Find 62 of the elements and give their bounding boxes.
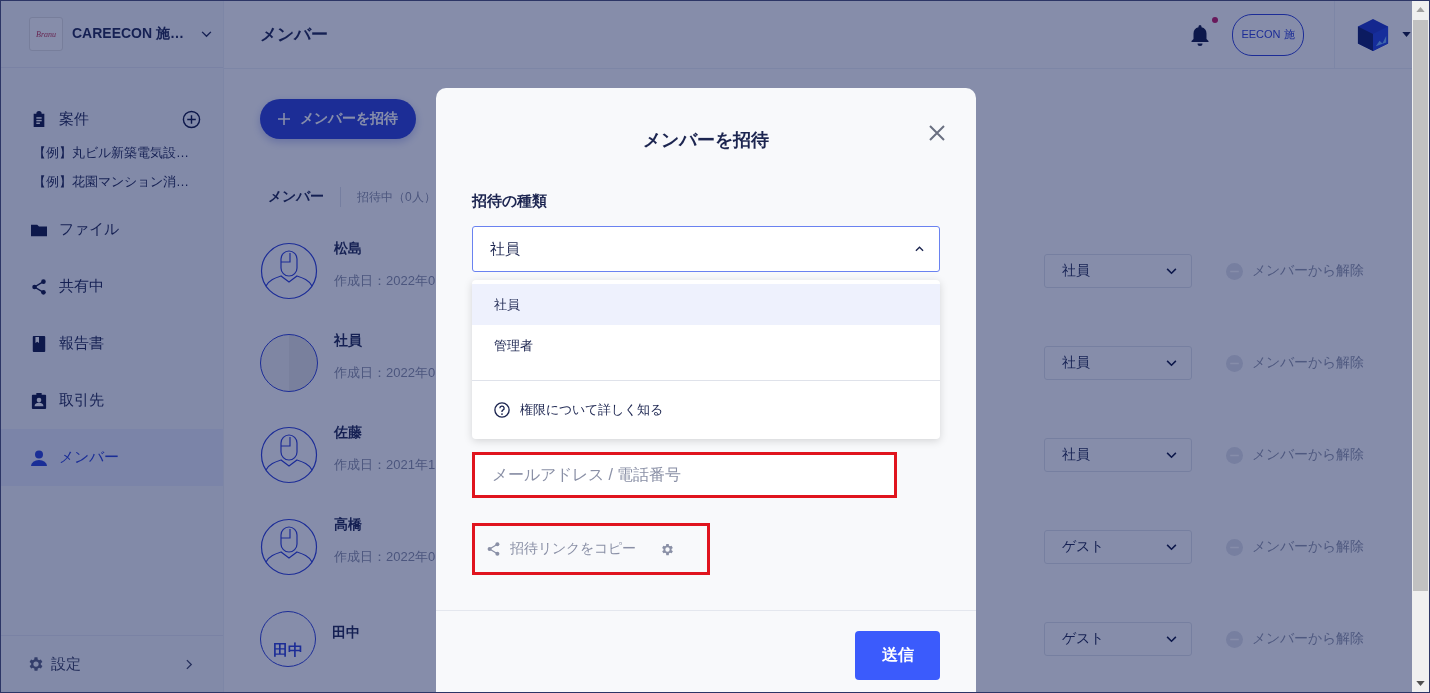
sidebar-item[interactable]: 報告書 — [1, 315, 223, 372]
page-title: メンバー — [260, 24, 328, 46]
sidebar-item[interactable]: 取引先 — [1, 372, 223, 429]
member-name: 松島 — [334, 240, 363, 258]
tab[interactable]: メンバー — [268, 188, 324, 206]
chevron-down-icon — [1166, 267, 1177, 275]
share-icon — [487, 542, 500, 556]
add-icon[interactable] — [182, 109, 201, 129]
project-item[interactable]: 【例】花園マンション消… — [33, 173, 223, 191]
avatar-silhouette — [260, 240, 318, 302]
plus-icon — [278, 113, 290, 125]
role-select[interactable]: ゲスト — [1044, 622, 1192, 656]
sidebar-item[interactable]: 共有中 — [1, 258, 223, 315]
help-link[interactable]: 権限について詳しく知る — [472, 381, 940, 439]
member-name: 佐藤 — [334, 424, 363, 442]
cube-icon[interactable] — [1357, 17, 1389, 52]
invite-type-select[interactable]: 社員 — [472, 226, 940, 272]
person-icon — [31, 449, 47, 466]
dropdown-option[interactable]: 社員 — [472, 284, 940, 325]
sidebar-item[interactable]: メンバー — [1, 429, 223, 486]
id-badge-icon — [31, 392, 47, 409]
role-select[interactable]: 社員 — [1044, 438, 1192, 472]
chevron-down-icon — [1166, 451, 1177, 459]
company-logo[interactable]: EECON 施 — [1232, 13, 1304, 56]
avatar-silhouette — [260, 424, 318, 486]
send-button[interactable]: 送信 — [855, 631, 940, 680]
scrollbar[interactable] — [1412, 1, 1429, 692]
caret-icon[interactable] — [1402, 32, 1411, 37]
workspace-logo: Branu — [29, 17, 63, 51]
workspace-name[interactable]: CAREECON 施… — [72, 25, 184, 43]
chevron-up-icon — [915, 246, 924, 252]
help-icon — [494, 402, 510, 418]
chevron-down-icon[interactable] — [201, 30, 212, 38]
chevron-down-icon — [1166, 635, 1177, 643]
chevron-right-icon — [186, 658, 193, 670]
notification-bell-icon[interactable] — [1190, 22, 1210, 47]
book-icon — [31, 335, 47, 352]
field-label: 招待の種類 — [472, 192, 548, 211]
close-icon[interactable] — [929, 125, 945, 141]
avatar-silhouette — [260, 516, 318, 578]
sidebar-item[interactable]: ファイル — [1, 201, 223, 258]
settings-icon[interactable] — [660, 541, 675, 557]
role-select[interactable]: ゲスト — [1044, 530, 1192, 564]
chevron-down-icon — [1166, 543, 1177, 551]
project-item[interactable]: 【例】丸ビル新築電気設… — [33, 144, 223, 162]
role-select[interactable]: 社員 — [1044, 254, 1192, 288]
dialog-title: メンバーを招待 — [643, 129, 769, 152]
settings-icon — [27, 655, 45, 673]
dropdown-option[interactable]: 管理者 — [472, 325, 940, 366]
role-select[interactable]: 社員 — [1044, 346, 1192, 380]
invite-member-button[interactable]: メンバーを招待 — [260, 99, 416, 139]
scroll-down-icon[interactable] — [1416, 681, 1425, 686]
member-name: 社員 — [334, 332, 363, 350]
chevron-down-icon — [1166, 359, 1177, 367]
contact-input-field[interactable]: メールアドレス / 電話番号 — [472, 452, 897, 498]
sidebar-item[interactable]: 案件 — [1, 104, 223, 134]
copy-invite-link-button[interactable]: 招待リンクをコピー — [487, 540, 636, 558]
settings-item[interactable]: 設定 — [1, 635, 223, 692]
share-icon — [31, 278, 47, 295]
member-name: 田中 — [332, 624, 360, 642]
member-name: 高橋 — [334, 516, 363, 534]
clipboard-icon — [31, 111, 47, 127]
